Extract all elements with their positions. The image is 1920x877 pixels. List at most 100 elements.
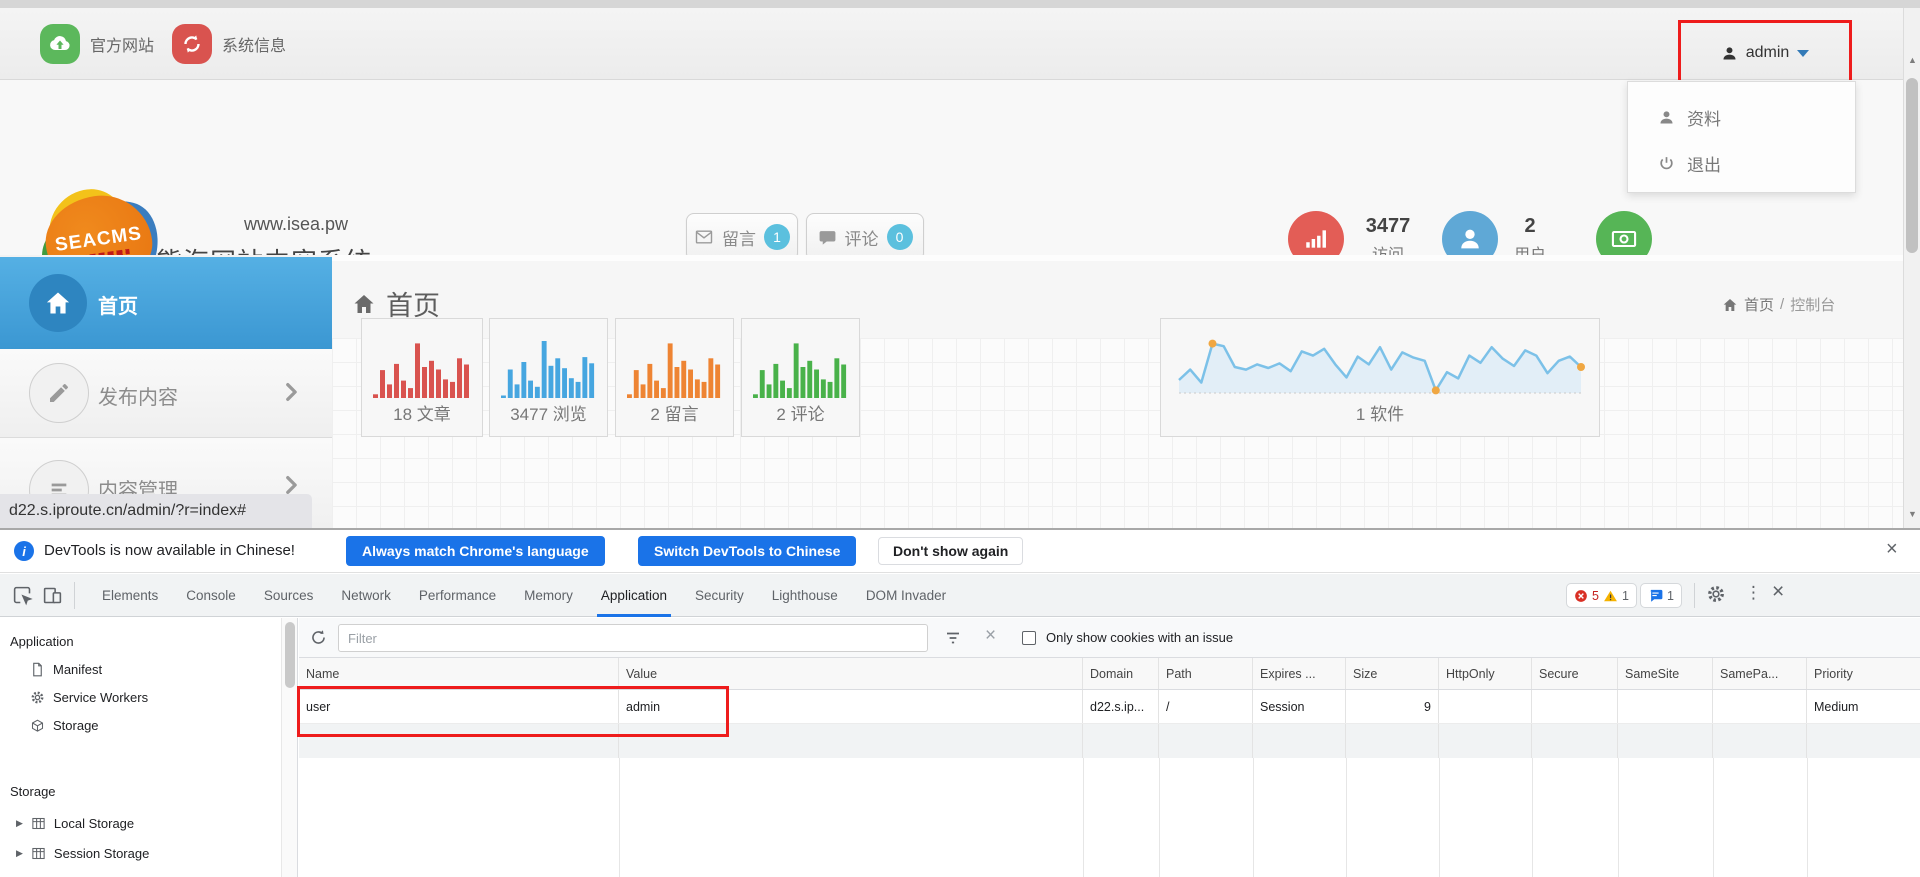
column-header-priority[interactable]: Priority <box>1807 658 1919 689</box>
tree-item-service-workers[interactable]: Service Workers <box>30 690 148 705</box>
clear-filter-icon[interactable]: × <box>985 625 996 647</box>
card-software[interactable]: 1 软件 <box>1160 318 1600 437</box>
messages-button[interactable]: 留言 1 <box>686 213 798 261</box>
users-value: 2 <box>1498 215 1562 238</box>
menu-item-logout[interactable]: 退出 <box>1628 140 1855 186</box>
user-dropdown-menu: 资料 退出 <box>1627 81 1856 193</box>
column-header-value[interactable]: Value <box>619 658 1083 689</box>
close-devtools-icon[interactable]: × <box>1772 580 1784 604</box>
cookie-domain-cell[interactable]: d22.s.ip... <box>1083 690 1159 723</box>
tab-console[interactable]: Console <box>172 574 250 617</box>
inspect-element-icon[interactable] <box>12 585 33 606</box>
cookie-path-cell[interactable]: / <box>1159 690 1253 723</box>
cookie-samesite-cell[interactable] <box>1618 690 1713 723</box>
card-views[interactable]: 3477 浏览 <box>489 318 608 437</box>
devtools-panel: i DevTools is now available in Chinese! … <box>0 528 1920 877</box>
cookie-name-cell[interactable]: user <box>299 690 619 723</box>
table-icon <box>31 816 46 831</box>
tab-performance[interactable]: Performance <box>405 574 510 617</box>
message-count: 1 <box>1667 589 1674 603</box>
cookie-priority-cell[interactable]: Medium <box>1807 690 1919 723</box>
tab-security[interactable]: Security <box>681 574 758 617</box>
card-articles[interactable]: 18 文章 <box>361 318 483 437</box>
power-icon <box>1658 155 1675 172</box>
cookie-table-empty-row[interactable] <box>299 724 1920 758</box>
expand-triangle-icon[interactable]: ▶ <box>16 818 23 829</box>
panel-section-application: Application <box>10 634 74 649</box>
cookie-value-cell[interactable]: admin <box>619 690 1083 723</box>
cookie-table-row-user[interactable]: user admin d22.s.ip... / Session 9 Mediu… <box>299 690 1920 724</box>
user-menu-button-highlighted[interactable]: admin <box>1678 20 1852 86</box>
tab-application[interactable]: Application <box>587 574 681 617</box>
card-comments[interactable]: 2 评论 <box>741 318 860 437</box>
console-errors-warnings-badge[interactable]: 5 1 <box>1566 583 1637 608</box>
menu-item-profile[interactable]: 资料 <box>1628 94 1855 140</box>
tree-item-manifest[interactable]: Manifest <box>30 662 102 677</box>
tree-item-session-storage[interactable]: ▶ Session Storage <box>16 846 149 861</box>
cookie-secure-cell[interactable] <box>1532 690 1618 723</box>
tab-dom-invader[interactable]: DOM Invader <box>852 574 960 617</box>
main-content: 首页 首页 / 控制台 18 文章 3477 浏览 2 留言 2 评论 <box>332 255 1903 528</box>
always-match-language-button[interactable]: Always match Chrome's language <box>346 536 605 566</box>
cookie-filter-input[interactable] <box>338 624 928 652</box>
tab-sources[interactable]: Sources <box>250 574 328 617</box>
system-info-link[interactable]: 系统信息 <box>172 8 286 80</box>
cookie-httponly-cell[interactable] <box>1439 690 1532 723</box>
kebab-menu-icon[interactable]: ⋮ <box>1745 583 1762 603</box>
column-header-secure[interactable]: Secure <box>1532 658 1618 689</box>
envelope-icon <box>694 227 714 247</box>
chevron-right-icon <box>280 474 302 496</box>
messages-count-badge: 1 <box>764 224 790 250</box>
column-header-expires[interactable]: Expires ... <box>1253 658 1346 689</box>
tree-item-storage[interactable]: Storage <box>30 718 99 733</box>
breadcrumb-home[interactable]: 首页 <box>1744 294 1774 315</box>
console-messages-badge[interactable]: 1 <box>1640 583 1682 608</box>
column-header-domain[interactable]: Domain <box>1083 658 1159 689</box>
mini-bar-chart <box>501 334 596 398</box>
tree-item-local-storage[interactable]: ▶ Local Storage <box>16 816 134 831</box>
page-scrollbar[interactable]: ▲ ▼ <box>1903 8 1920 528</box>
scroll-up-icon[interactable]: ▲ <box>1904 48 1920 72</box>
sidebar-item-home[interactable]: 首页 <box>0 257 332 349</box>
column-header-path[interactable]: Path <box>1159 658 1253 689</box>
user-icon <box>1658 109 1675 126</box>
home-icon <box>29 274 87 332</box>
scrollbar-thumb[interactable] <box>285 622 295 688</box>
issue-only-checkbox[interactable] <box>1022 631 1036 645</box>
tab-memory[interactable]: Memory <box>510 574 587 617</box>
mini-bar-chart <box>627 334 722 398</box>
switch-to-chinese-button[interactable]: Switch DevTools to Chinese <box>638 536 856 566</box>
close-icon[interactable]: × <box>1886 538 1898 561</box>
column-header-name[interactable]: Name <box>299 658 619 689</box>
dont-show-again-button[interactable]: Don't show again <box>878 537 1023 565</box>
system-info-label: 系统信息 <box>222 32 286 56</box>
official-site-link[interactable]: 官方网站 <box>40 8 154 80</box>
panel-scrollbar[interactable] <box>281 618 298 877</box>
refresh-icon[interactable] <box>309 628 328 647</box>
cookie-size-cell[interactable]: 9 <box>1346 690 1439 723</box>
filter-icon[interactable] <box>944 629 962 647</box>
breadcrumb: 首页 / 控制台 <box>1722 294 1835 315</box>
tab-elements[interactable]: Elements <box>88 574 172 617</box>
panel-section-storage: Storage <box>10 784 56 799</box>
tab-network[interactable]: Network <box>327 574 405 617</box>
cookie-expires-cell[interactable]: Session <box>1253 690 1346 723</box>
scrollbar-thumb[interactable] <box>1906 78 1918 253</box>
column-header-sameparty[interactable]: SamePa... <box>1713 658 1807 689</box>
card-messages[interactable]: 2 留言 <box>615 318 734 437</box>
scroll-down-icon[interactable]: ▼ <box>1904 502 1920 526</box>
device-toolbar-icon[interactable] <box>42 585 63 606</box>
comment-icon <box>818 228 837 247</box>
menu-item-logout-label: 退出 <box>1687 151 1721 176</box>
home-icon <box>1722 297 1738 313</box>
cookie-sameparty-cell[interactable] <box>1713 690 1807 723</box>
comments-button[interactable]: 评论 0 <box>806 213 924 261</box>
tab-lighthouse[interactable]: Lighthouse <box>758 574 852 617</box>
comments-label: 评论 <box>845 225 879 250</box>
column-header-size[interactable]: Size <box>1346 658 1439 689</box>
gear-icon[interactable] <box>1706 584 1726 604</box>
column-header-httponly[interactable]: HttpOnly <box>1439 658 1532 689</box>
column-header-samesite[interactable]: SameSite <box>1618 658 1713 689</box>
expand-triangle-icon[interactable]: ▶ <box>16 848 23 859</box>
sidebar-item-publish[interactable]: 发布内容 <box>0 349 332 438</box>
